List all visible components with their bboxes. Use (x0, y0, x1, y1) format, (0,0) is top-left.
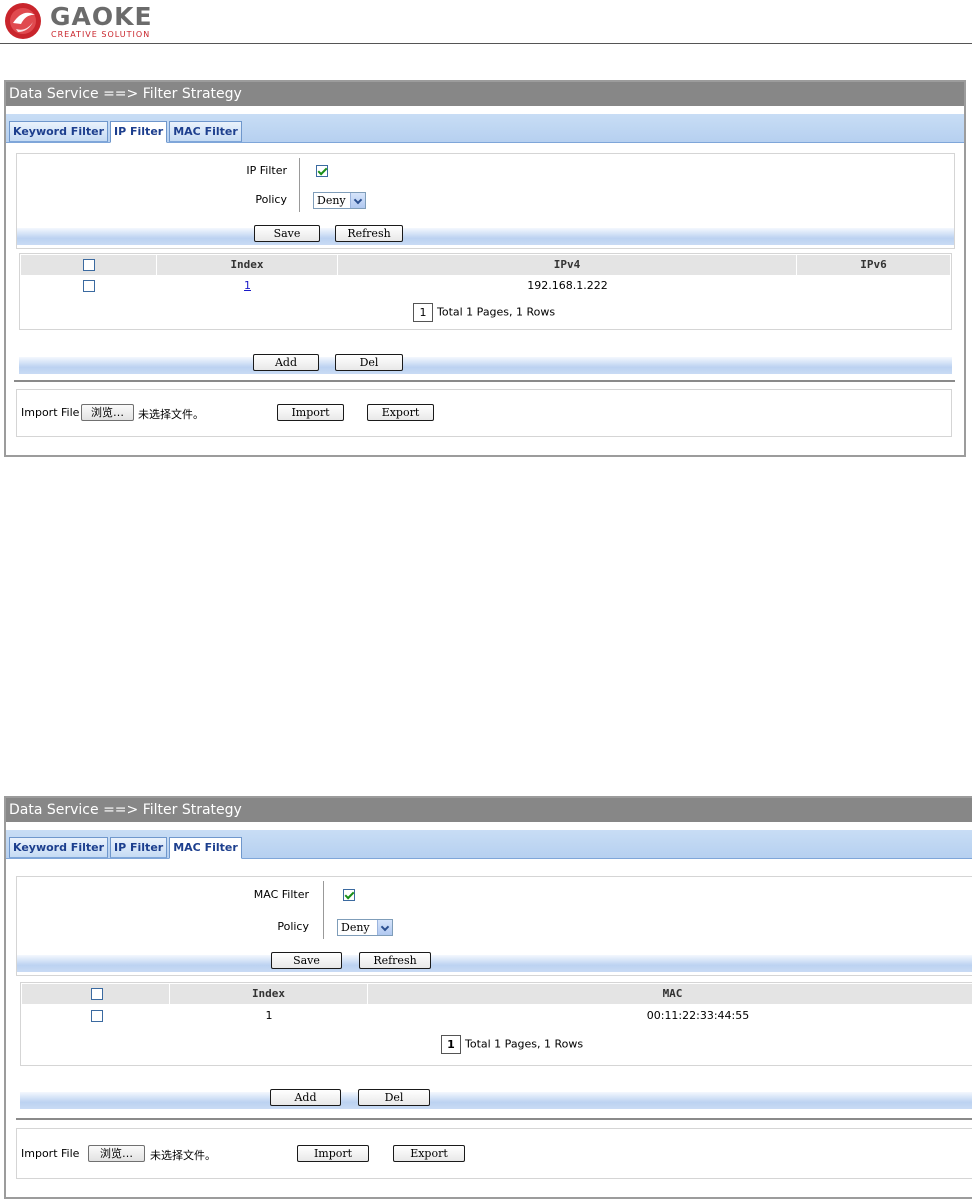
pager: 1 Total 1 Pages, 1 Rows (413, 303, 555, 322)
row-checkbox[interactable] (91, 1010, 103, 1022)
table-box: Index MAC 1 00:11:22:33:44:55 1 Total 1 P… (20, 982, 972, 1066)
ip-filter-label: IP Filter (246, 164, 287, 177)
section-divider (14, 380, 955, 382)
row-index-link[interactable]: 1 (157, 279, 338, 293)
refresh-button[interactable]: Refresh (335, 225, 403, 242)
table-header: Index MAC (22, 984, 972, 1004)
select-all-column (21, 255, 157, 275)
del-button[interactable]: Del (335, 354, 403, 371)
browse-button[interactable]: 浏览… (88, 1145, 145, 1162)
chevron-down-icon (377, 920, 392, 935)
column-index: Index (170, 984, 368, 1004)
row-mac: 00:11:22:33:44:55 (646, 1009, 750, 1022)
settings-box: MAC Filter Policy Deny Save Refresh (16, 876, 972, 976)
tab-strip: Keyword Filter IP Filter MAC Filter (6, 830, 972, 859)
brand-name: GAOKE (50, 2, 153, 31)
tab-ip-filter[interactable]: IP Filter (110, 837, 168, 858)
page-number-button[interactable]: 1 (441, 1035, 461, 1054)
select-all-checkbox[interactable] (83, 259, 95, 271)
export-button[interactable]: Export (393, 1145, 465, 1162)
mac-filter-screenshot: Data Service ==> Filter Strategy Keyword… (4, 796, 972, 1199)
column-ipv4: IPv4 (338, 255, 797, 275)
column-ipv6: IPv6 (860, 258, 887, 271)
page-title: Data Service ==> Filter Strategy (6, 82, 964, 106)
pager: 1 Total 1 Pages, 1 Rows (441, 1035, 583, 1054)
gaoke-logo-icon (5, 3, 41, 39)
del-button[interactable]: Del (358, 1089, 430, 1106)
tab-ip-filter[interactable]: IP Filter (110, 121, 168, 143)
add-del-bar (19, 357, 952, 374)
mac-filter-checkbox[interactable] (343, 889, 355, 901)
table-header: Index IPv4 IPv6 (21, 255, 950, 275)
ip-filter-screenshot: Data Service ==> Filter Strategy Keyword… (4, 80, 966, 457)
save-button[interactable]: Save (254, 225, 320, 242)
row-ipv4: 192.168.1.222 (527, 279, 608, 292)
save-button[interactable]: Save (271, 952, 342, 969)
pager-summary: Total 1 Pages, 1 Rows (437, 305, 556, 319)
import-button[interactable]: Import (297, 1145, 369, 1162)
add-button[interactable]: Add (270, 1089, 341, 1106)
brand-tagline: CREATIVE SOLUTION (51, 30, 151, 39)
add-button[interactable]: Add (253, 354, 319, 371)
tab-mac-filter[interactable]: MAC Filter (169, 121, 242, 142)
policy-select[interactable]: Deny (337, 919, 393, 936)
pager-summary: Total 1 Pages, 1 Rows (465, 1037, 584, 1051)
import-file-label: Import File (21, 406, 80, 419)
page-number-button[interactable]: 1 (413, 303, 433, 322)
section-divider (16, 1118, 972, 1120)
policy-label: Policy (277, 920, 309, 933)
form-separator (323, 881, 324, 939)
policy-select[interactable]: Deny (313, 192, 366, 209)
refresh-button[interactable]: Refresh (359, 952, 431, 969)
tab-keyword-filter[interactable]: Keyword Filter (9, 837, 109, 858)
tab-mac-filter[interactable]: MAC Filter (169, 837, 242, 859)
row-index-link-text[interactable]: 1 (244, 279, 251, 292)
import-button[interactable]: Import (277, 404, 344, 421)
import-export-box: Import File 浏览… 未选择文件。 Import Export (16, 389, 952, 437)
form-separator (299, 158, 300, 212)
save-button-bar (17, 228, 954, 245)
add-del-bar (20, 1092, 972, 1109)
tab-keyword-filter[interactable]: Keyword Filter (9, 121, 109, 142)
mac-filter-label: MAC Filter (253, 888, 309, 901)
policy-select-value: Deny (341, 921, 370, 934)
no-file-text: 未选择文件。 (150, 1149, 216, 1162)
select-all-checkbox[interactable] (91, 988, 103, 1000)
row-index: 1 (265, 1009, 273, 1022)
row-checkbox[interactable] (83, 280, 95, 292)
policy-label: Policy (255, 193, 287, 206)
chevron-down-icon (350, 193, 365, 208)
policy-select-value: Deny (317, 194, 346, 207)
no-file-text: 未选择文件。 (138, 408, 204, 421)
tab-strip: Keyword Filter IP Filter MAC Filter (6, 114, 964, 143)
import-export-box: Import File 浏览… 未选择文件。 Import Export (16, 1128, 972, 1179)
header-divider (0, 43, 972, 44)
document-header: GAOKE CREATIVE SOLUTION (0, 0, 972, 44)
column-index: Index (157, 255, 338, 275)
page-title: Data Service ==> Filter Strategy (6, 798, 972, 822)
browse-button[interactable]: 浏览… (81, 404, 134, 421)
settings-box: IP Filter Policy Deny Save Refresh (16, 153, 955, 249)
save-button-bar (17, 955, 972, 972)
import-file-label: Import File (21, 1147, 80, 1160)
export-button[interactable]: Export (367, 404, 434, 421)
ip-filter-checkbox[interactable] (316, 165, 328, 177)
select-all-column (22, 984, 170, 1004)
table-box: Index IPv4 IPv6 1 192.168.1.222 1 Total 1… (19, 253, 952, 330)
column-mac: MAC (662, 987, 683, 1000)
